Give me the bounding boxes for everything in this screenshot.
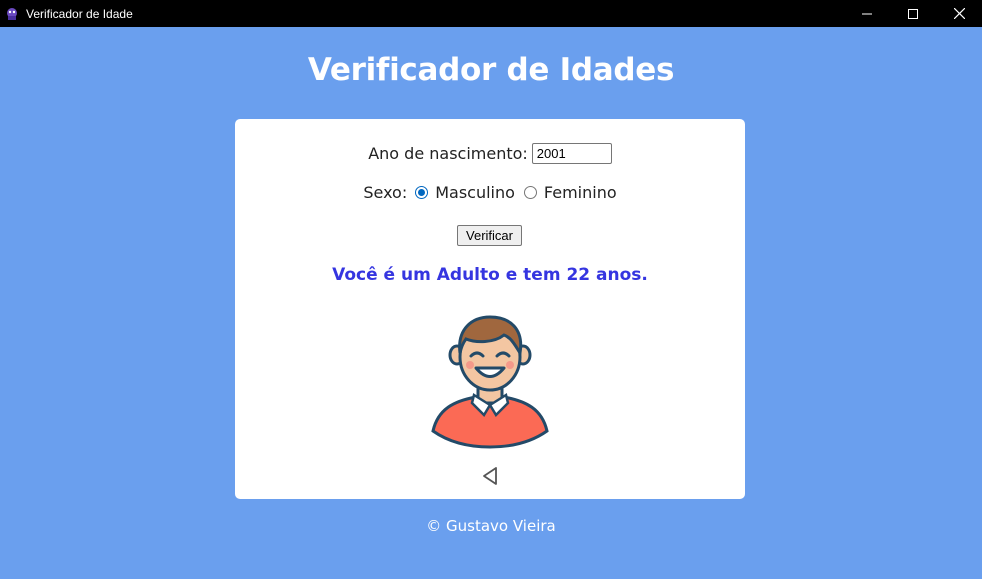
birth-year-label: Ano de nascimento: [368,144,528,163]
footer-credit: © Gustavo Vieira [426,517,556,535]
page-title: Verificador de Idades [307,52,675,88]
triangle-left-icon[interactable] [479,465,501,487]
app-icon [4,6,20,22]
birth-year-row: Ano de nascimento: [235,143,745,164]
verify-button[interactable]: Verificar [457,225,522,246]
maximize-button[interactable] [890,0,936,27]
minimize-icon [862,13,872,14]
window-controls [844,0,982,27]
verifier-card: Ano de nascimento: Sexo: Masculino Femin… [235,119,745,499]
minimize-button[interactable] [844,0,890,27]
radio-feminino-label[interactable]: Feminino [544,183,617,202]
window-titlebar: Verificador de Idade [0,0,982,27]
sex-row: Sexo: Masculino Feminino [235,183,745,202]
window-title: Verificador de Idade [26,6,133,21]
sex-label: Sexo: [363,183,408,202]
close-icon [953,8,965,19]
adult-man-avatar [430,313,550,453]
radio-masculino[interactable] [415,186,429,199]
result-message: Você é um Adulto e tem 22 anos. [332,265,648,285]
maximize-icon [908,8,918,19]
radio-masculino-label[interactable]: Masculino [435,183,515,202]
radio-feminino[interactable] [523,186,537,199]
birth-year-input[interactable] [531,143,612,164]
close-button[interactable] [936,0,982,27]
